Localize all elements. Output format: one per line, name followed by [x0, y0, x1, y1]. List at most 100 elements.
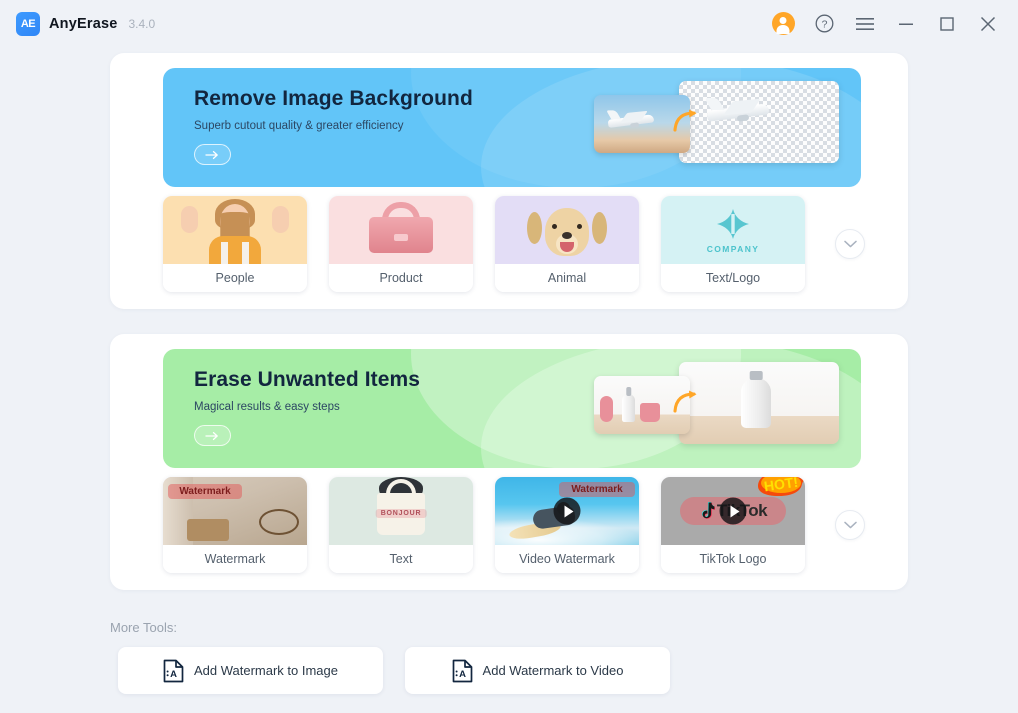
- arm-left: [181, 206, 198, 233]
- watermark-overlay-text: Watermark: [168, 484, 242, 499]
- svg-text:A: A: [170, 669, 177, 680]
- before-after-preview: [594, 78, 839, 176]
- button-label: Add Watermark to Image: [193, 663, 338, 678]
- remove-background-cta-button[interactable]: [194, 144, 231, 165]
- document-text-icon: A: [163, 659, 184, 682]
- chevron-down-icon: [843, 521, 857, 529]
- document-text-icon: A: [452, 659, 472, 682]
- minimize-icon: [899, 23, 913, 25]
- add-watermark-to-video-button[interactable]: A Add Watermark to Video: [405, 647, 670, 694]
- erase-card-label: Video Watermark: [495, 545, 639, 573]
- nose-shape: [562, 232, 572, 239]
- strap-right: [242, 242, 249, 264]
- app-logo-icon: AE: [16, 11, 40, 36]
- eye-right: [577, 224, 582, 229]
- erase-card-label: Text: [329, 545, 473, 573]
- erase-card-text[interactable]: BONJOUR Text: [329, 477, 473, 573]
- watermark-overlay-text: Watermark: [559, 482, 635, 497]
- minimize-button[interactable]: [894, 12, 918, 36]
- svg-text:A: A: [459, 669, 466, 680]
- menu-button[interactable]: [853, 12, 877, 36]
- banner-title: Remove Image Background: [194, 87, 473, 110]
- after-image-cleaned: [679, 362, 839, 444]
- transform-arrow-icon: [673, 109, 697, 132]
- category-card-text-logo[interactable]: COMPANY Text/Logo: [661, 196, 805, 292]
- product-thumbnail: [329, 196, 473, 264]
- bicycle-wheel: [259, 509, 299, 535]
- clean-product-scene: [679, 362, 839, 444]
- title-bar: AE AnyErase 3.4.0 ?: [0, 0, 1018, 47]
- bottle-cap: [749, 370, 763, 380]
- bottle-shape: [741, 370, 771, 428]
- close-icon: [980, 16, 996, 31]
- after-image-transparent: [679, 81, 839, 163]
- account-avatar-button[interactable]: [771, 12, 795, 36]
- transform-arrow-icon: [673, 390, 697, 413]
- background-category-cards: People Product Animal COMPANY Text/Logo: [163, 196, 865, 292]
- bottle-cap: [625, 387, 632, 397]
- expand-erase-categories-button[interactable]: [835, 510, 865, 540]
- svg-text:?: ?: [821, 18, 827, 30]
- text-logo-thumbnail: COMPANY: [661, 196, 805, 264]
- category-label: Product: [329, 264, 473, 292]
- ear-right: [592, 212, 607, 244]
- watermark-thumbnail: Watermark: [163, 477, 307, 545]
- erase-category-cards: Watermark Watermark BONJOUR Text Waterma…: [163, 477, 865, 573]
- pink-object-2: [640, 403, 660, 423]
- video-watermark-thumbnail: Watermark: [495, 477, 639, 545]
- animal-thumbnail: [495, 196, 639, 264]
- text-overlay: BONJOUR: [375, 509, 427, 518]
- maximize-icon: [940, 16, 954, 31]
- banner-subtitle: Superb cutout quality & greater efficien…: [194, 120, 404, 132]
- app-name: AnyErase: [49, 15, 118, 32]
- category-label: Text/Logo: [661, 264, 805, 292]
- erase-items-cta-button[interactable]: [194, 425, 231, 446]
- arrow-right-icon: [205, 150, 218, 159]
- tiktok-thumbnail: TikTok: [661, 477, 805, 545]
- chevron-down-icon: [843, 240, 857, 248]
- banner-title: Erase Unwanted Items: [194, 368, 421, 391]
- help-circle-icon: ?: [815, 14, 833, 33]
- before-after-preview: [594, 359, 839, 457]
- category-label: People: [163, 264, 307, 292]
- category-card-animal[interactable]: Animal: [495, 196, 639, 292]
- button-label: Add Watermark to Video: [482, 663, 624, 678]
- category-card-people[interactable]: People: [163, 196, 307, 292]
- hamburger-menu-icon: [856, 17, 874, 30]
- user-avatar-icon: [771, 12, 795, 35]
- eye-left: [552, 224, 557, 229]
- bag-clasp-shape: [394, 234, 408, 241]
- more-tools-row: A Add Watermark to Image A Add Watermark…: [118, 647, 670, 694]
- play-icon[interactable]: [719, 497, 747, 525]
- banner-subtitle: Magical results & easy steps: [194, 401, 340, 413]
- category-label: Animal: [495, 264, 639, 292]
- bottle-shape-small: [622, 387, 635, 423]
- play-icon[interactable]: [553, 497, 581, 525]
- expand-background-categories-button[interactable]: [835, 229, 865, 259]
- erase-card-label: TikTok Logo: [661, 545, 805, 573]
- app-version: 3.4.0: [128, 16, 156, 31]
- erase-card-watermark[interactable]: Watermark Watermark: [163, 477, 307, 573]
- category-card-product[interactable]: Product: [329, 196, 473, 292]
- add-watermark-to-image-button[interactable]: A Add Watermark to Image: [118, 647, 383, 694]
- window-controls: ?: [771, 12, 1000, 36]
- erase-items-panel: Erase Unwanted Items Magical results & e…: [110, 334, 908, 590]
- transparency-checkerboard: [679, 81, 839, 163]
- erase-card-label: Watermark: [163, 545, 307, 573]
- erase-card-video-watermark[interactable]: Watermark Video Watermark: [495, 477, 639, 573]
- table-shape: [187, 519, 229, 541]
- close-button[interactable]: [976, 12, 1000, 36]
- erase-card-tiktok-logo[interactable]: TikTok HOT! TikTok Logo: [661, 477, 805, 573]
- arm-right: [272, 206, 289, 233]
- ear-left: [527, 212, 542, 244]
- remove-background-panel: Remove Image Background Superb cutout qu…: [110, 53, 908, 309]
- erase-items-banner[interactable]: Erase Unwanted Items Magical results & e…: [163, 349, 861, 468]
- tiktok-note-icon: [701, 502, 715, 519]
- company-logo-icon: [717, 208, 749, 239]
- help-button[interactable]: ?: [812, 12, 836, 36]
- shirt-shape: [209, 236, 261, 264]
- app-brand: AE AnyErase 3.4.0: [16, 11, 156, 36]
- remove-background-banner[interactable]: Remove Image Background Superb cutout qu…: [163, 68, 861, 187]
- more-tools-label: More Tools:: [110, 620, 177, 635]
- maximize-button[interactable]: [935, 12, 959, 36]
